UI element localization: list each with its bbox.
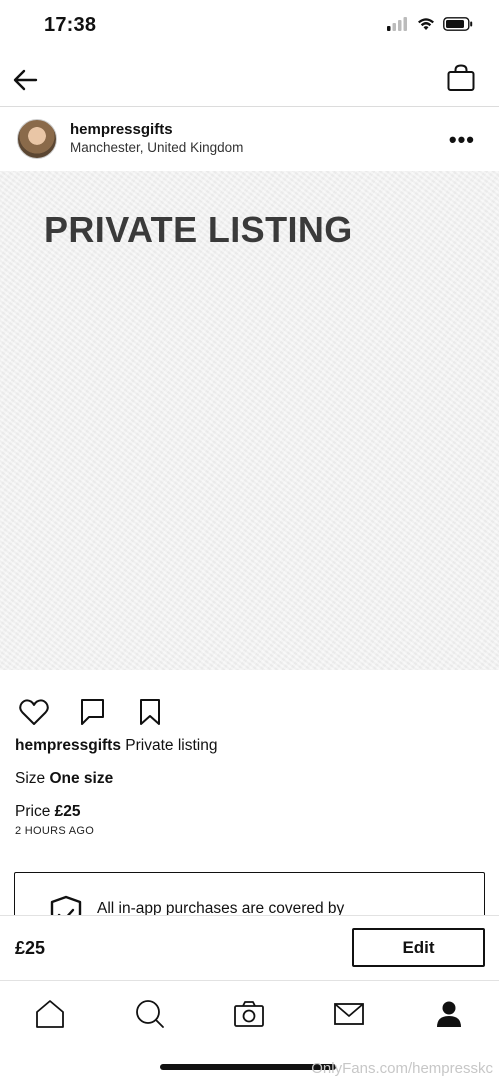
home-icon[interactable] [33, 997, 67, 1031]
camera-icon[interactable] [232, 997, 266, 1031]
buy-bar: £25 Edit [0, 915, 499, 980]
cellular-signal-icon [387, 17, 407, 31]
size-value: One size [49, 770, 114, 787]
caption-username[interactable]: hempressgifts [15, 737, 121, 754]
price-value: £25 [54, 803, 81, 820]
status-time: 17:38 [44, 14, 97, 36]
more-options-icon[interactable]: ••• [449, 127, 475, 153]
price-label: Price [15, 803, 51, 820]
search-icon[interactable] [133, 997, 167, 1031]
image-overlay-text: PRIVATE LISTING [44, 209, 353, 250]
price-row: Price £25 [15, 803, 81, 821]
listing-image[interactable]: PRIVATE LISTING [0, 171, 499, 670]
battery-icon [443, 17, 473, 31]
comment-icon[interactable] [78, 697, 108, 727]
buybar-price: £25 [15, 938, 46, 958]
post-header: hempressgifts Manchester, United Kingdom… [0, 107, 499, 171]
wifi-icon [418, 18, 434, 30]
watermark: OnlyFans.com/hempresskc [311, 1060, 493, 1077]
mail-icon[interactable] [332, 997, 366, 1031]
status-icons [387, 17, 473, 31]
post-actions [18, 697, 164, 727]
back-arrow-icon[interactable] [10, 64, 42, 96]
edit-button[interactable]: Edit [352, 928, 485, 967]
size-label: Size [15, 770, 46, 787]
home-indicator[interactable] [160, 1064, 336, 1070]
avatar[interactable] [17, 119, 57, 159]
caption-text: Private listing [125, 737, 218, 754]
bookmark-icon[interactable] [136, 697, 164, 727]
size-row: Size One size [15, 770, 113, 788]
top-navigation-bar [0, 50, 499, 107]
posted-time: 2 HOURS AGO [15, 825, 95, 837]
seller-location: Manchester, United Kingdom [70, 140, 244, 155]
heart-icon[interactable] [18, 697, 50, 727]
profile-icon[interactable] [432, 997, 466, 1031]
seller-username[interactable]: hempressgifts [70, 121, 173, 138]
caption: hempressgifts Private listing [15, 737, 217, 755]
shopping-bag-icon[interactable] [445, 62, 477, 94]
